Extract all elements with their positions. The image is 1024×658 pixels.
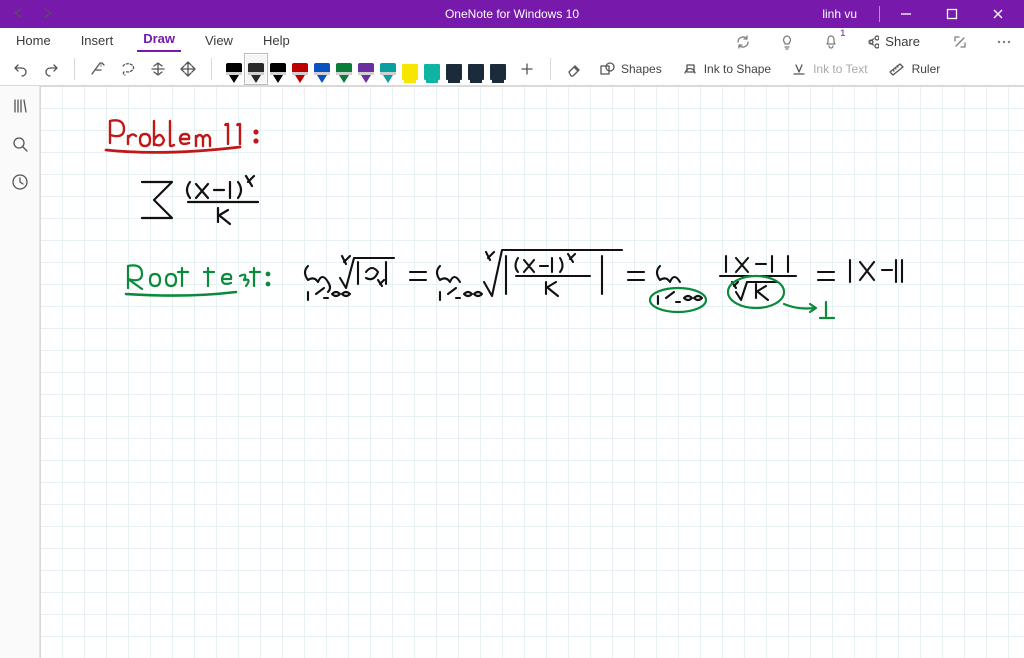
user-name[interactable]: linh vu: [816, 7, 873, 21]
tab-insert[interactable]: Insert: [75, 30, 120, 52]
share-button[interactable]: Share: [859, 31, 926, 52]
nav-forward-icon[interactable]: [40, 7, 54, 22]
share-label: Share: [885, 34, 920, 49]
close-button[interactable]: [978, 0, 1018, 28]
note-canvas[interactable]: [40, 86, 1024, 658]
nav-back-icon[interactable]: [12, 7, 26, 22]
ink-to-text-button: Ink to Text: [785, 58, 873, 80]
ink-to-shape-button[interactable]: Ink to Shape: [676, 58, 777, 80]
undo-button[interactable]: [10, 56, 32, 82]
pen-black-thin[interactable]: [224, 55, 244, 83]
ruler-button[interactable]: Ruler: [882, 59, 947, 79]
hl-teal[interactable]: [422, 55, 442, 83]
notification-count: 1: [840, 28, 845, 38]
bell-icon[interactable]: 1: [821, 32, 841, 52]
lasso-select-button[interactable]: [117, 56, 139, 82]
tab-help[interactable]: Help: [257, 30, 296, 52]
pen-red[interactable]: [290, 55, 310, 83]
pen-black-3[interactable]: [268, 55, 288, 83]
shapes-button[interactable]: Shapes: [593, 58, 668, 80]
pen-gallery: ⌄: [224, 55, 508, 83]
lightbulb-icon[interactable]: [777, 32, 797, 52]
more-icon[interactable]: [994, 32, 1014, 52]
eraser-button[interactable]: [563, 56, 585, 82]
app-title: OneNote for Windows 10: [445, 7, 579, 21]
menu-bar: Home Insert Draw View Help 1 Share: [0, 28, 1024, 52]
svg-text:I: I: [100, 62, 102, 69]
redo-button[interactable]: [40, 56, 62, 82]
titlebar: OneNote for Windows 10 linh vu: [0, 0, 1024, 28]
pen-blue[interactable]: [312, 55, 332, 83]
pen-teal[interactable]: [378, 55, 398, 83]
tab-home[interactable]: Home: [10, 30, 57, 52]
tab-view[interactable]: View: [199, 30, 239, 52]
pan-button[interactable]: [177, 56, 199, 82]
titlebar-divider: [879, 6, 880, 22]
hl-dark-1[interactable]: [444, 55, 464, 83]
pen-purple[interactable]: [356, 55, 376, 83]
maximize-button[interactable]: [932, 0, 972, 28]
workspace: [0, 86, 1024, 658]
hl-yellow[interactable]: [400, 55, 420, 83]
fullscreen-icon[interactable]: [950, 32, 970, 52]
ribbon: I ⌄ Shapes Ink to Shape Ink to Text Rule…: [0, 52, 1024, 86]
text-mode-button[interactable]: I: [87, 56, 109, 82]
hl-dark-2[interactable]: [466, 55, 486, 83]
minimize-button[interactable]: [886, 0, 926, 28]
sync-icon[interactable]: [733, 32, 753, 52]
hl-dark-3[interactable]: [488, 55, 508, 83]
pen-green[interactable]: [334, 55, 354, 83]
notebooks-icon[interactable]: [8, 94, 32, 118]
handwritten-ink: [40, 86, 1024, 658]
insert-space-button[interactable]: [147, 56, 169, 82]
left-sidebar: [0, 86, 40, 658]
pen-black-thick[interactable]: ⌄: [246, 55, 266, 83]
recent-icon[interactable]: [8, 170, 32, 194]
search-icon[interactable]: [8, 132, 32, 156]
add-pen-button[interactable]: [516, 56, 538, 82]
tab-draw[interactable]: Draw: [137, 28, 181, 52]
